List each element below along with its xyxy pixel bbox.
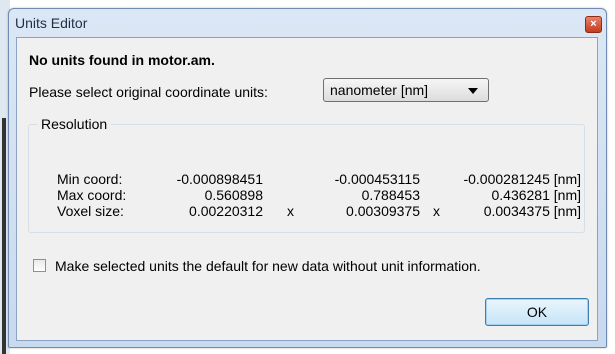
max-coord-x: 0.560898 [204,187,263,203]
no-units-heading: No units found in motor.am. [29,52,215,68]
max-coord-label: Max coord: [57,187,127,203]
min-coord-z: -0.000281245 [nm] [463,171,581,187]
units-dropdown[interactable]: nanometer [nm] [323,78,489,102]
close-button[interactable]: × [585,16,602,33]
title-bar[interactable]: Units Editor × [9,9,606,37]
close-icon: × [590,18,597,30]
default-units-checkbox[interactable] [33,259,46,272]
dialog-body: No units found in motor.am. Please selec… [16,37,598,341]
voxel-size-x: 0.00220312 [189,203,263,219]
units-select-label: Please select original coordinate units: [29,84,268,100]
ok-button[interactable]: OK [485,298,589,326]
voxel-size-z: 0.0034375 [nm] [483,203,581,219]
min-coord-x: -0.000898451 [176,171,263,187]
min-coord-y: -0.000453115 [334,171,420,187]
window-title: Units Editor [15,15,88,31]
voxel-size-sep1: x [287,203,294,219]
default-units-checkbox-label[interactable]: Make selected units the default for new … [55,258,481,274]
voxel-size-sep2: x [433,203,440,219]
max-coord-y: 0.788453 [361,187,420,203]
background-window-edge-dark [2,118,6,354]
voxel-size-label: Voxel size: [57,203,124,219]
voxel-size-y: 0.00309375 [346,203,420,219]
resolution-group-title: Resolution [37,116,112,132]
dropdown-arrow-icon [468,88,478,94]
units-dropdown-value: nanometer [nm] [330,82,429,98]
max-coord-z: 0.436281 [nm] [491,187,581,203]
resolution-group: Resolution Min coord: -0.000898451 -0.00… [28,116,585,233]
min-coord-label: Min coord: [57,171,123,187]
units-editor-window: Units Editor × No units found in motor.a… [8,8,607,348]
